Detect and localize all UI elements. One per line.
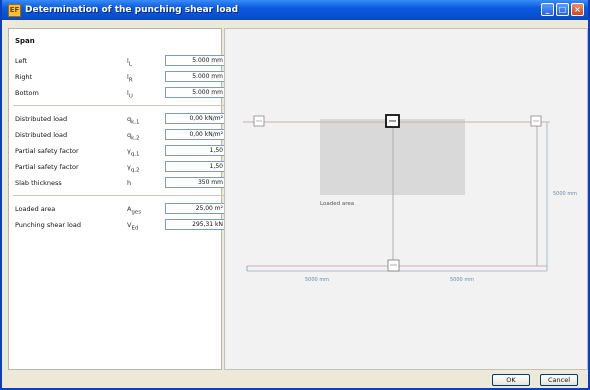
button-bar: OK Cancel — [2, 371, 588, 388]
loaded-area-row: Loaded area Ages 25,00 m² — [9, 203, 227, 216]
dimension-label-left: 5000 mm — [305, 277, 329, 283]
field-label: Distributed load — [15, 131, 68, 139]
field-symbol: lL — [127, 57, 132, 68]
distributed-load-1-row: Distributed load qk,1 0,00 kN/m² — [9, 113, 227, 126]
field-symbol: γq,2 — [127, 163, 140, 174]
loaded-area-output: 25,00 m² — [165, 203, 227, 214]
field-label: Right — [15, 73, 33, 81]
close-button[interactable]: × — [571, 3, 584, 16]
plan-drawing: Loaded area 5000 mm 5000 mm 5000 mm — [243, 114, 577, 283]
divider — [13, 195, 227, 196]
dialog-window: EF Determination of the punching shear l… — [0, 0, 590, 390]
punching-shear-load-row: Punching shear load VEd 295,31 kN — [9, 219, 227, 232]
span-right-input[interactable]: 5.000 mm — [165, 71, 227, 82]
dimension-label-right: 5000 mm — [450, 277, 474, 283]
dimension-label-vertical: 5000 mm — [553, 191, 577, 197]
punching-shear-load-output: 295,31 kN — [165, 219, 227, 230]
field-symbol: γq,1 — [127, 147, 140, 158]
safety-factor-1-row: Partial safety factor γq,1 1,50 — [9, 145, 227, 158]
span-title: Span — [15, 37, 35, 45]
slab-thickness-input[interactable]: 350 mm — [165, 177, 227, 188]
field-label: Left — [15, 57, 28, 65]
slab-thickness-row: Slab thickness h 350 mm — [9, 177, 227, 189]
field-symbol: qk,2 — [127, 131, 140, 142]
span-right-row: Right lR 5.000 mm — [9, 71, 227, 84]
safety-factor-2-input[interactable]: 1,50 — [165, 161, 227, 172]
span-bottom-row: Bottom lU 5.000 mm — [9, 87, 227, 100]
field-symbol: lU — [127, 89, 133, 100]
field-label: Partial safety factor — [15, 163, 79, 171]
span-left-input[interactable]: 5.000 mm — [165, 55, 227, 66]
field-label: Slab thickness — [15, 179, 62, 187]
field-symbol: VEd — [127, 221, 139, 232]
app-icon: EF — [8, 3, 21, 17]
minimize-button[interactable]: _ — [541, 3, 554, 16]
span-left-row: Left lL 5.000 mm — [9, 55, 227, 68]
span-bottom-input[interactable]: 5.000 mm — [165, 87, 227, 98]
distributed-load-1-input[interactable]: 0,00 kN/m² — [165, 113, 227, 124]
field-label: Partial safety factor — [15, 147, 79, 155]
field-label: Punching shear load — [15, 221, 81, 229]
distributed-load-2-input[interactable]: 0,00 kN/m² — [165, 129, 227, 140]
field-symbol: Ages — [127, 205, 142, 216]
ok-button[interactable]: OK — [492, 374, 530, 386]
field-label: Loaded area — [15, 205, 56, 213]
field-label: Bottom — [15, 89, 39, 97]
loaded-area-label: Loaded area — [320, 201, 354, 207]
divider — [13, 105, 227, 106]
cancel-button[interactable]: Cancel — [540, 374, 578, 386]
distributed-load-2-row: Distributed load qk,2 0,00 kN/m² — [9, 129, 227, 142]
title-bar[interactable]: EF Determination of the punching shear l… — [2, 0, 588, 20]
safety-factor-1-input[interactable]: 1,50 — [165, 145, 227, 156]
safety-factor-2-row: Partial safety factor γq,2 1,50 — [9, 161, 227, 174]
field-symbol: lR — [127, 73, 133, 84]
field-symbol: qk,1 — [127, 115, 140, 126]
maximize-button[interactable]: □ — [556, 3, 569, 16]
drawing-canvas[interactable]: Loaded area 5000 mm 5000 mm 5000 mm — [224, 28, 588, 370]
window-title: Determination of the punching shear load — [25, 5, 239, 15]
input-panel: Span Left lL 5.000 mm Right lR 5.000 mm … — [8, 28, 227, 370]
field-symbol: h — [127, 179, 132, 187]
field-label: Distributed load — [15, 115, 68, 123]
column-marker-bottom[interactable] — [387, 259, 400, 272]
